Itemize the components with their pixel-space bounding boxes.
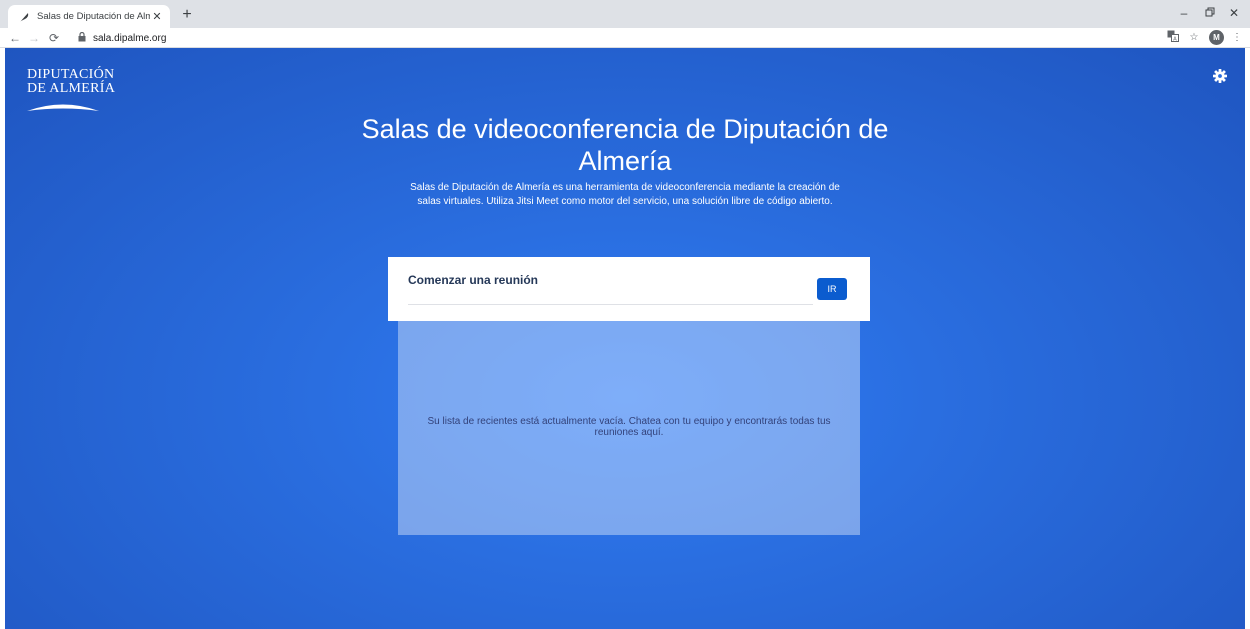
restore-icon[interactable] [1198, 4, 1222, 22]
logo[interactable]: DIPUTACIÓN DE ALMERÍA [27, 68, 117, 112]
page-background: DIPUTACIÓN DE ALMERÍA Salas de videoconf… [5, 48, 1245, 629]
avatar[interactable]: M [1209, 30, 1224, 45]
tab-strip: Salas de Diputación de Almería ✕ + – ✕ [0, 0, 1250, 28]
start-meeting-panel: Comenzar una reunión IR [388, 257, 870, 321]
svg-text:A: A [1173, 37, 1177, 42]
lock-icon[interactable] [78, 31, 86, 44]
logo-swoosh [27, 104, 99, 111]
page-description: Salas de Diputación de Almería es una he… [410, 182, 840, 207]
go-button[interactable]: IR [817, 278, 847, 300]
arrow-left-icon[interactable]: ← [6, 29, 24, 47]
close-icon[interactable]: ✕ [150, 10, 164, 24]
url-text: sala.dipalme.org [93, 32, 167, 44]
feather-icon [18, 11, 30, 23]
logo-line-2: DE ALMERÍA [27, 81, 116, 96]
kebab-menu-icon[interactable]: ⋮ [1229, 30, 1245, 46]
minimize-icon[interactable]: – [1172, 4, 1196, 22]
tab-title: Salas de Diputación de Almería [37, 11, 150, 22]
translate-icon[interactable]: A [1165, 30, 1181, 46]
room-name-input[interactable] [408, 289, 813, 305]
star-icon[interactable]: ☆ [1186, 30, 1202, 46]
window-close-icon[interactable]: ✕ [1222, 4, 1246, 22]
reload-icon[interactable]: ⟳ [45, 29, 63, 47]
start-meeting-label: Comenzar una reunión [408, 273, 539, 287]
arrow-right-icon[interactable]: → [25, 29, 43, 47]
recent-empty-message: Su lista de recientes está actualmente v… [427, 416, 831, 438]
gear-icon[interactable] [1212, 68, 1228, 84]
browser-toolbar: ← → ⟳ sala.dipalme.org A ☆ M ⋮ [0, 28, 1250, 48]
address-bar[interactable]: sala.dipalme.org [78, 29, 1188, 47]
recent-meetings-list: Su lista de recientes está actualmente v… [398, 321, 860, 535]
page-title: Salas de videoconferencia de Diputación … [361, 114, 889, 176]
browser-tab[interactable]: Salas de Diputación de Almería ✕ [8, 5, 170, 28]
logo-line-1: DIPUTACIÓN [27, 67, 115, 82]
plus-icon[interactable]: + [178, 6, 196, 24]
